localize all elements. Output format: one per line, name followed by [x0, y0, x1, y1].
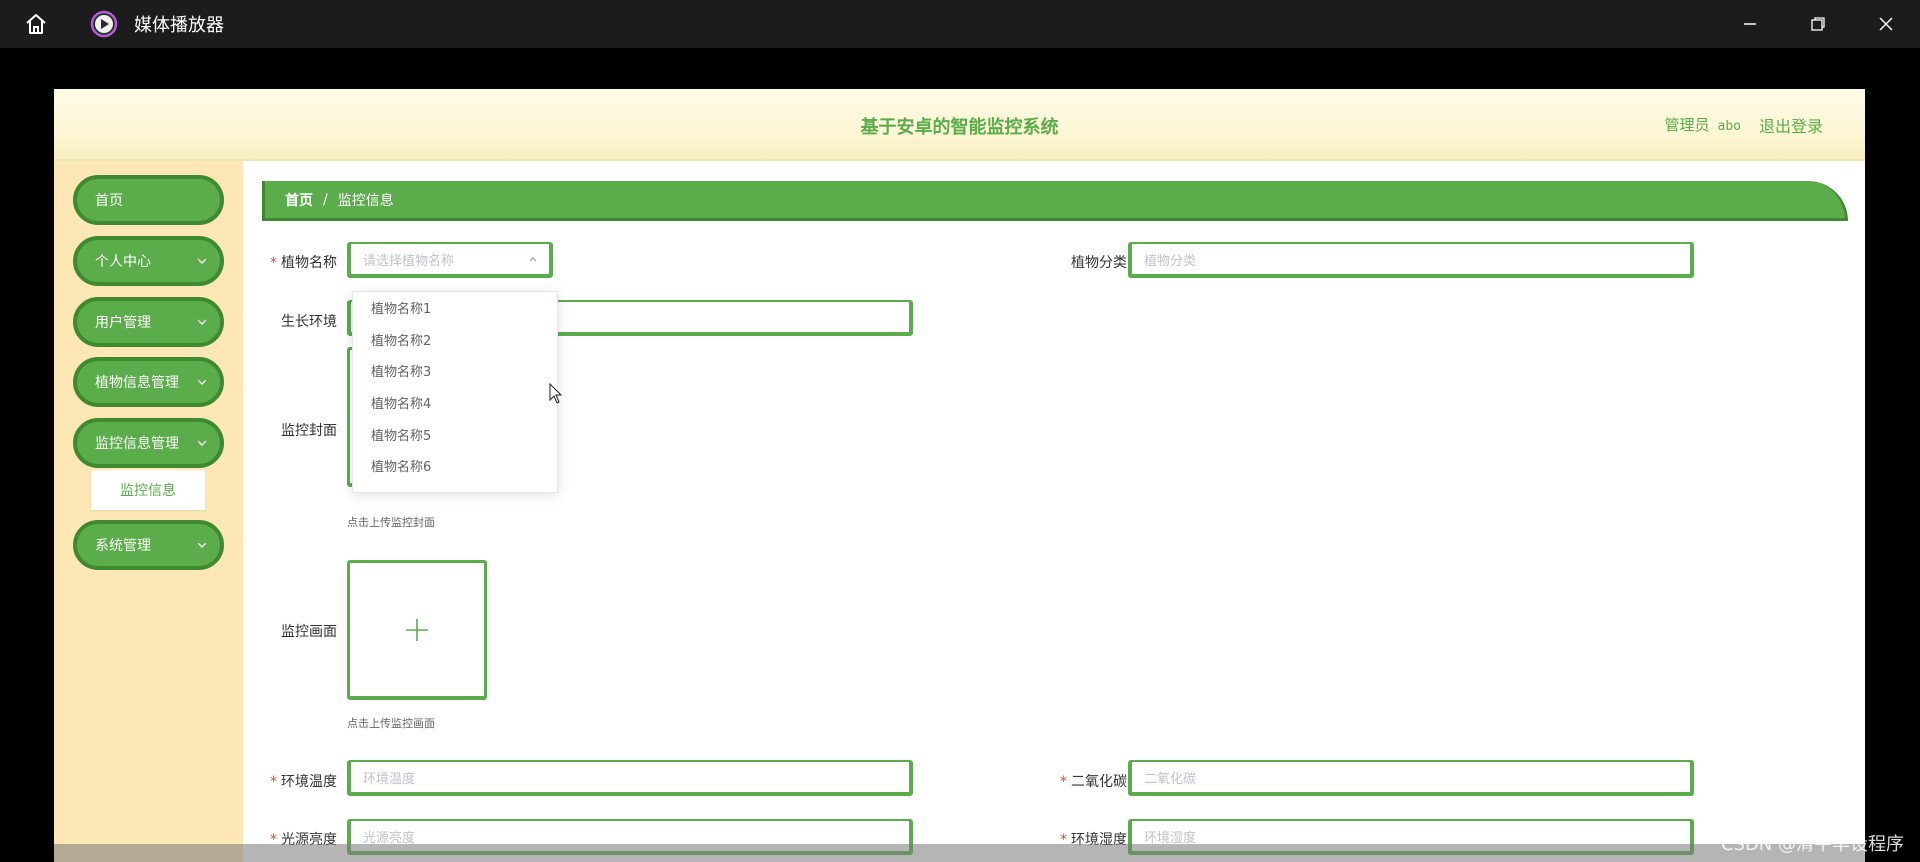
sidebar-item-personal-center[interactable]: 个人中心 — [73, 236, 224, 286]
screen-upload-hint: 点击上传监控画面 — [347, 717, 435, 730]
sidebar-item-label: 系统管理 — [95, 538, 151, 554]
plant-name-dropdown: 植物名称1 植物名称2 植物名称3 植物名称4 植物名称5 植物名称6 — [352, 291, 558, 493]
sidebar-subitem-monitor-info[interactable]: 监控信息 — [91, 470, 205, 510]
temperature-placeholder: 环境温度 — [363, 771, 416, 787]
chevron-down-icon — [197, 379, 207, 385]
breadcrumb-current: 监控信息 — [337, 192, 394, 209]
plus-icon — [406, 618, 428, 641]
co2-label: * 二氧化碳 — [1043, 771, 1127, 791]
sidebar-item-system-management[interactable]: 系统管理 — [73, 520, 224, 570]
main-content: 首页 / 监控信息 * 植物名称 请选择植物名称 植物分类 植物分类 生长环境 监… — [243, 161, 1865, 862]
dropdown-option[interactable]: 植物名称3 — [353, 355, 557, 387]
plant-name-label-text: 植物名称 — [281, 255, 337, 271]
chevron-down-icon — [197, 319, 207, 325]
user-name: abo — [1717, 119, 1741, 134]
player-progress-bar[interactable] — [54, 844, 1865, 862]
humidity-placeholder: 环境湿度 — [1144, 830, 1197, 846]
watermark: CSDN @清平毕设程序 — [1720, 834, 1904, 855]
temperature-label: * 环境温度 — [262, 771, 337, 791]
breadcrumb-home[interactable]: 首页 — [285, 190, 313, 210]
light-placeholder: 光源亮度 — [363, 830, 416, 846]
plant-category-input[interactable]: 植物分类 — [1128, 242, 1694, 278]
close-icon[interactable] — [1852, 0, 1920, 48]
dropdown-option[interactable]: 植物名称4 — [353, 387, 557, 419]
app-frame: 基于安卓的智能监控系统 管理员 abo 退出登录 首页 个人中心 用户管理 植物信… — [54, 89, 1865, 862]
app-header: 基于安卓的智能监控系统 管理员 abo 退出登录 — [54, 89, 1865, 161]
chevron-down-icon — [197, 440, 207, 446]
breadcrumb: 首页 / 监控信息 — [262, 181, 1848, 221]
window-titlebar: 媒体播放器 — [0, 0, 1920, 48]
sidebar-item-label: 用户管理 — [95, 315, 151, 331]
window-title: 媒体播放器 — [134, 15, 224, 36]
sidebar-item-label: 个人中心 — [95, 254, 151, 270]
sidebar-item-label: 植物信息管理 — [95, 375, 179, 391]
dropdown-option[interactable]: 植物名称1 — [353, 292, 557, 324]
chevron-down-icon — [197, 258, 207, 264]
chevron-down-icon — [197, 542, 207, 548]
growth-env-label: 生长环境 — [281, 314, 337, 330]
required-mark: * — [1060, 774, 1067, 790]
current-user: 管理员 abo — [1665, 114, 1742, 135]
minimize-icon[interactable] — [1716, 0, 1784, 48]
home-icon[interactable] — [18, 6, 54, 42]
sidebar-item-home[interactable]: 首页 — [73, 175, 224, 225]
co2-label-text: 二氧化碳 — [1071, 774, 1127, 790]
screen-label: 监控画面 — [281, 624, 337, 640]
sidebar-item-monitor-info-management[interactable]: 监控信息管理 — [73, 418, 224, 468]
screen-upload-box[interactable] — [347, 560, 487, 700]
temperature-input[interactable]: 环境温度 — [347, 760, 913, 796]
temperature-label-text: 环境温度 — [281, 774, 337, 790]
plant-category-placeholder: 植物分类 — [1144, 253, 1197, 269]
window-controls — [1716, 0, 1920, 48]
dropdown-option[interactable]: 植物名称6 — [353, 450, 557, 482]
logout-link[interactable]: 退出登录 — [1759, 113, 1823, 137]
plant-name-select[interactable]: 请选择植物名称 — [347, 242, 553, 278]
system-title: 基于安卓的智能监控系统 — [860, 117, 1059, 138]
media-player-icon — [90, 10, 118, 38]
dropdown-option[interactable]: 植物名称5 — [353, 418, 557, 450]
plant-name-label: * 植物名称 — [262, 252, 337, 272]
sidebar-item-label: 首页 — [95, 193, 123, 209]
dropdown-option[interactable]: 植物名称2 — [353, 324, 557, 356]
sidebar-item-user-management[interactable]: 用户管理 — [73, 297, 224, 347]
sidebar: 首页 个人中心 用户管理 植物信息管理 监控信息管理 监控信息 系统管理 — [54, 161, 243, 862]
sidebar-item-plant-info-management[interactable]: 植物信息管理 — [73, 357, 224, 407]
co2-input[interactable]: 二氧化碳 — [1128, 760, 1694, 796]
required-mark: * — [270, 255, 277, 271]
user-role: 管理员 — [1664, 116, 1710, 134]
cover-label: 监控封面 — [281, 423, 337, 439]
chevron-up-icon — [529, 257, 537, 262]
cover-upload-hint: 点击上传监控封面 — [347, 516, 435, 529]
co2-placeholder: 二氧化碳 — [1144, 771, 1197, 787]
restore-icon[interactable] — [1784, 0, 1852, 48]
required-mark: * — [270, 774, 277, 790]
sidebar-item-label: 监控信息管理 — [95, 436, 179, 452]
plant-name-placeholder: 请选择植物名称 — [363, 253, 455, 269]
plant-category-label: 植物分类 — [1071, 255, 1127, 271]
breadcrumb-separator: / — [323, 191, 328, 208]
mouse-cursor-icon — [549, 383, 563, 404]
